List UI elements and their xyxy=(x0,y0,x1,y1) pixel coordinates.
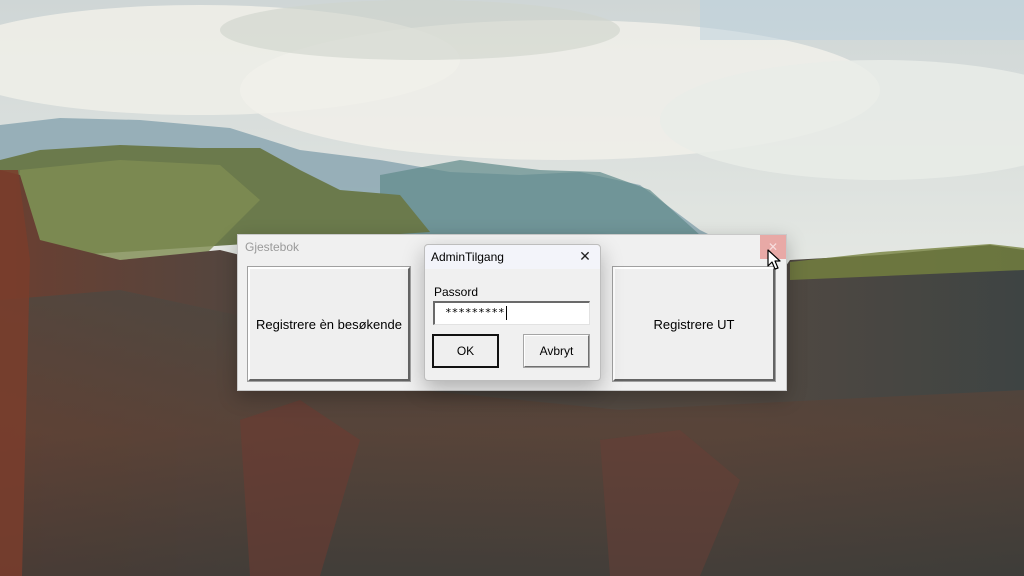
text-caret xyxy=(505,306,507,320)
register-out-button[interactable]: Registrere UT xyxy=(612,266,776,382)
register-visitor-label: Registrere èn besøkende xyxy=(256,316,402,332)
window-title: Gjestebok xyxy=(245,240,300,254)
arrow-cursor-icon xyxy=(767,249,781,270)
cancel-label: Avbryt xyxy=(539,344,574,358)
cancel-button[interactable]: Avbryt xyxy=(523,334,590,368)
register-visitor-button[interactable]: Registrere èn besøkende xyxy=(247,266,411,382)
password-label: Passord xyxy=(434,285,479,299)
dialog-title: AdminTilgang xyxy=(431,250,504,264)
ok-label: OK xyxy=(456,344,475,358)
dialog-titlebar: AdminTilgang ✕ xyxy=(425,245,600,269)
password-value: ********* xyxy=(445,306,505,319)
close-icon: ✕ xyxy=(579,247,591,264)
ok-button[interactable]: OK xyxy=(432,334,499,368)
password-input[interactable]: ********* xyxy=(433,301,590,325)
admin-access-dialog: AdminTilgang ✕ Passord ********* OK Avbr… xyxy=(424,244,601,381)
dialog-close-button[interactable]: ✕ xyxy=(576,247,594,265)
register-out-label: Registrere UT xyxy=(653,316,735,332)
